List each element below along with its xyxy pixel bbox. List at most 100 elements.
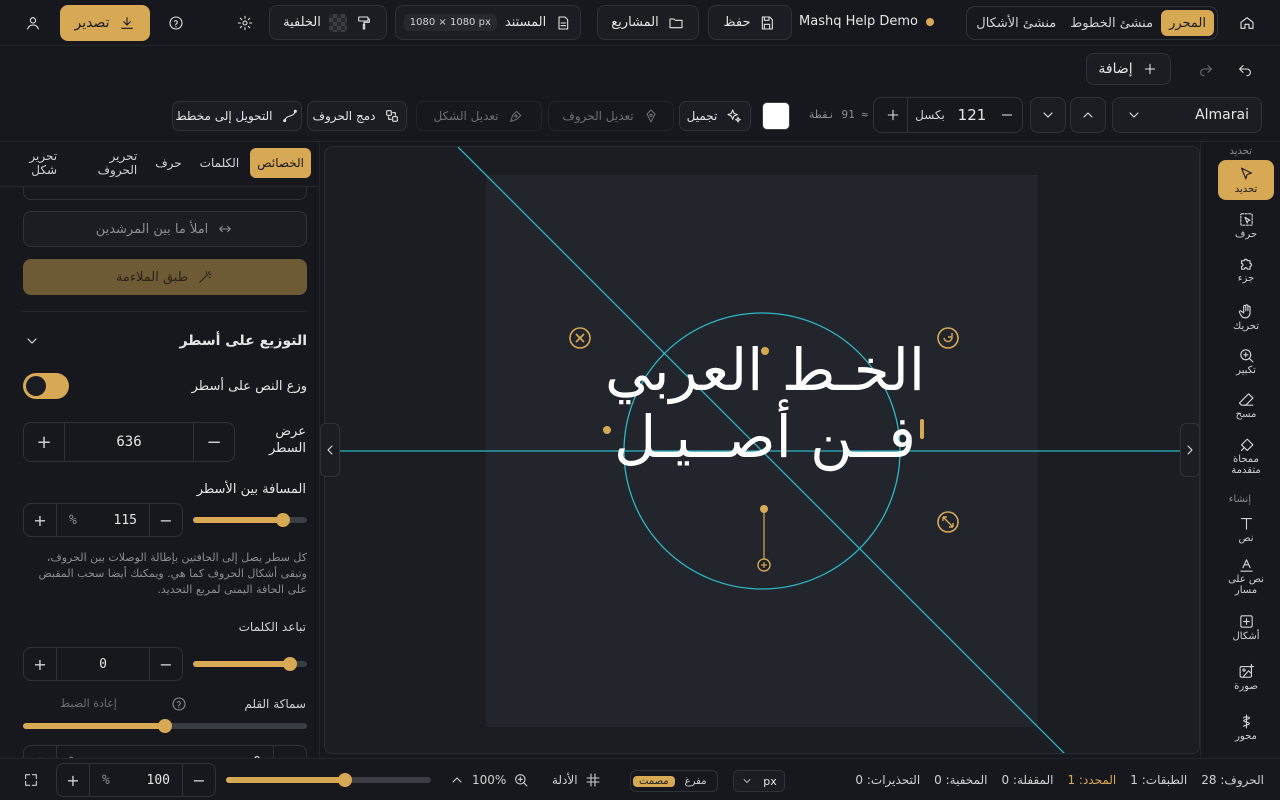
tab-font-builder[interactable]: منشئ الخطوط (1064, 10, 1159, 36)
tools-sidebar: تحديد تحديد حرف جزء تحريك تكبير مسح ممحا… (1200, 142, 1280, 758)
minus-icon[interactable] (992, 106, 1022, 124)
add-button[interactable]: إضافة (1086, 53, 1171, 85)
save-icon (758, 14, 776, 32)
convert-outline-button[interactable]: التحويل إلى مخطط (172, 101, 302, 131)
tool-letter[interactable]: حرف (1218, 210, 1274, 240)
save-button[interactable]: حفظ (708, 5, 792, 40)
tool-image[interactable]: صورة (1218, 662, 1274, 692)
hollow-option[interactable]: مفرغ (677, 776, 715, 787)
distribution-header[interactable]: التوزيع على أسطر (23, 332, 307, 350)
tab-edit-letters[interactable]: تحرير الحروف (68, 148, 144, 178)
pen-thickness-slider-knob[interactable] (158, 719, 172, 733)
zoom-in-icon[interactable] (512, 771, 530, 789)
cursor-arrow-icon (1237, 165, 1255, 183)
minus-icon[interactable]: − (274, 746, 306, 759)
unit-select[interactable]: px (733, 770, 785, 792)
font-size-up-button[interactable] (1070, 97, 1106, 133)
background-button[interactable]: الخلفية (269, 5, 387, 40)
zoom-slider-knob[interactable] (337, 773, 352, 787)
tool-text-on-path[interactable]: نص على مسار (1218, 556, 1274, 596)
tool-part[interactable]: جزء (1218, 254, 1274, 284)
canvas-viewport[interactable]: الخـط العربي فــن أصــيـل (324, 146, 1200, 754)
tool-advanced-eraser[interactable]: ممحاة متقدمة (1218, 436, 1274, 476)
distribute-toggle-row: وزع النص على أسطر (23, 373, 307, 399)
minus-icon[interactable]: − (183, 764, 215, 796)
settings-icon[interactable] (236, 14, 254, 32)
line-spacing-slider-knob[interactable] (276, 513, 291, 527)
font-size-down-button[interactable] (1030, 97, 1066, 133)
folder-icon (667, 14, 685, 32)
tab-editor[interactable]: المحرر (1161, 10, 1214, 36)
minus-icon[interactable]: − (150, 504, 182, 536)
font-select[interactable]: Almarai (1112, 97, 1262, 133)
plus-icon[interactable]: + (57, 764, 89, 796)
line-spacing-value[interactable]: 115 (114, 513, 137, 528)
top-handle[interactable] (761, 347, 769, 355)
hand-icon (1237, 302, 1255, 320)
guides-toggle[interactable]: الأدلة (552, 771, 602, 789)
word-spacing-value[interactable]: 0 (56, 648, 150, 680)
fit-screen-icon[interactable] (22, 771, 40, 789)
tool-select[interactable]: تحديد (1218, 160, 1274, 200)
rotate-handle-icon[interactable] (937, 327, 959, 349)
tab-letter[interactable]: حرف (148, 148, 188, 178)
toggle-knob (26, 376, 46, 396)
tool-zoom[interactable]: تكبير (1218, 346, 1274, 376)
redo-icon[interactable] (1197, 60, 1215, 78)
collapse-right-panel-button[interactable] (1180, 423, 1200, 477)
minus-icon[interactable]: − (150, 648, 182, 680)
help-icon[interactable] (170, 695, 188, 713)
tab-shape-builder[interactable]: منشئ الأشكال (970, 10, 1062, 36)
plus-icon[interactable] (878, 98, 908, 132)
plus-icon[interactable]: + (24, 504, 56, 536)
tab-properties[interactable]: الخصائص (250, 148, 311, 178)
word-spacing-slider-knob[interactable] (282, 657, 297, 671)
undo-icon[interactable] (1236, 60, 1254, 78)
tool-axis[interactable]: محور (1218, 712, 1274, 742)
tab-edit-shape[interactable]: تحرير شكل (0, 148, 64, 178)
line-width-handle[interactable] (920, 419, 924, 439)
fill-between-guides-button[interactable]: املأ ما بين المرشدين (23, 211, 307, 247)
plus-icon[interactable]: + (24, 746, 56, 759)
user-icon[interactable] (24, 14, 42, 32)
projects-button[interactable]: المشاريع (597, 5, 699, 40)
text-color-swatch[interactable] (762, 102, 790, 130)
chevron-up-icon[interactable] (448, 771, 466, 789)
tool-shapes[interactable]: أشكال (1218, 612, 1274, 642)
line-spacing-slider[interactable] (193, 513, 307, 527)
zoom-value[interactable]: 100 (147, 773, 170, 788)
edit-letters-button[interactable]: تعديل الحروف (548, 101, 674, 131)
axis-icon (1237, 712, 1255, 730)
minus-icon[interactable]: − (194, 423, 234, 461)
layers-count: الطبقات: 1 (1130, 773, 1188, 787)
pen-thickness-slider[interactable] (23, 719, 307, 733)
tool-text[interactable]: نص (1218, 514, 1274, 544)
word-spacing-slider[interactable] (193, 657, 307, 671)
solid-option[interactable]: مصمت (633, 775, 675, 787)
font-size-value[interactable]: 121 (952, 106, 992, 124)
home-icon[interactable] (1238, 14, 1256, 32)
beautify-button[interactable]: تجميل (679, 101, 751, 131)
distribute-toggle[interactable] (23, 373, 69, 399)
help-icon[interactable] (167, 14, 185, 32)
plus-icon[interactable]: + (24, 648, 56, 680)
document-button[interactable]: المستند 1080 × 1080 px (395, 5, 581, 40)
image-plus-icon (1237, 662, 1255, 680)
export-button[interactable]: تصدير (60, 5, 150, 41)
left-handle[interactable] (603, 426, 611, 434)
tool-move[interactable]: تحريك (1218, 302, 1274, 332)
paint-roller-icon (355, 14, 373, 32)
word-spacing-slider-fill (193, 661, 290, 667)
plus-icon[interactable]: + (24, 423, 64, 461)
collapse-left-panel-button[interactable] (320, 423, 340, 477)
merge-icon (383, 107, 401, 125)
text-path-icon (1237, 556, 1255, 574)
line-width-value[interactable]: 636 (64, 423, 194, 461)
edit-shape-button[interactable]: تعديل الشكل (416, 101, 542, 131)
zoom-slider[interactable] (226, 773, 431, 787)
reset-link[interactable]: إعادة الضبط (60, 697, 117, 710)
apply-fit-button[interactable]: طبق الملاءمة (23, 259, 307, 295)
tab-words[interactable]: الكلمات (193, 148, 246, 178)
merge-letters-button[interactable]: دمج الحروف (307, 101, 407, 131)
tool-erase[interactable]: مسح (1218, 390, 1274, 420)
